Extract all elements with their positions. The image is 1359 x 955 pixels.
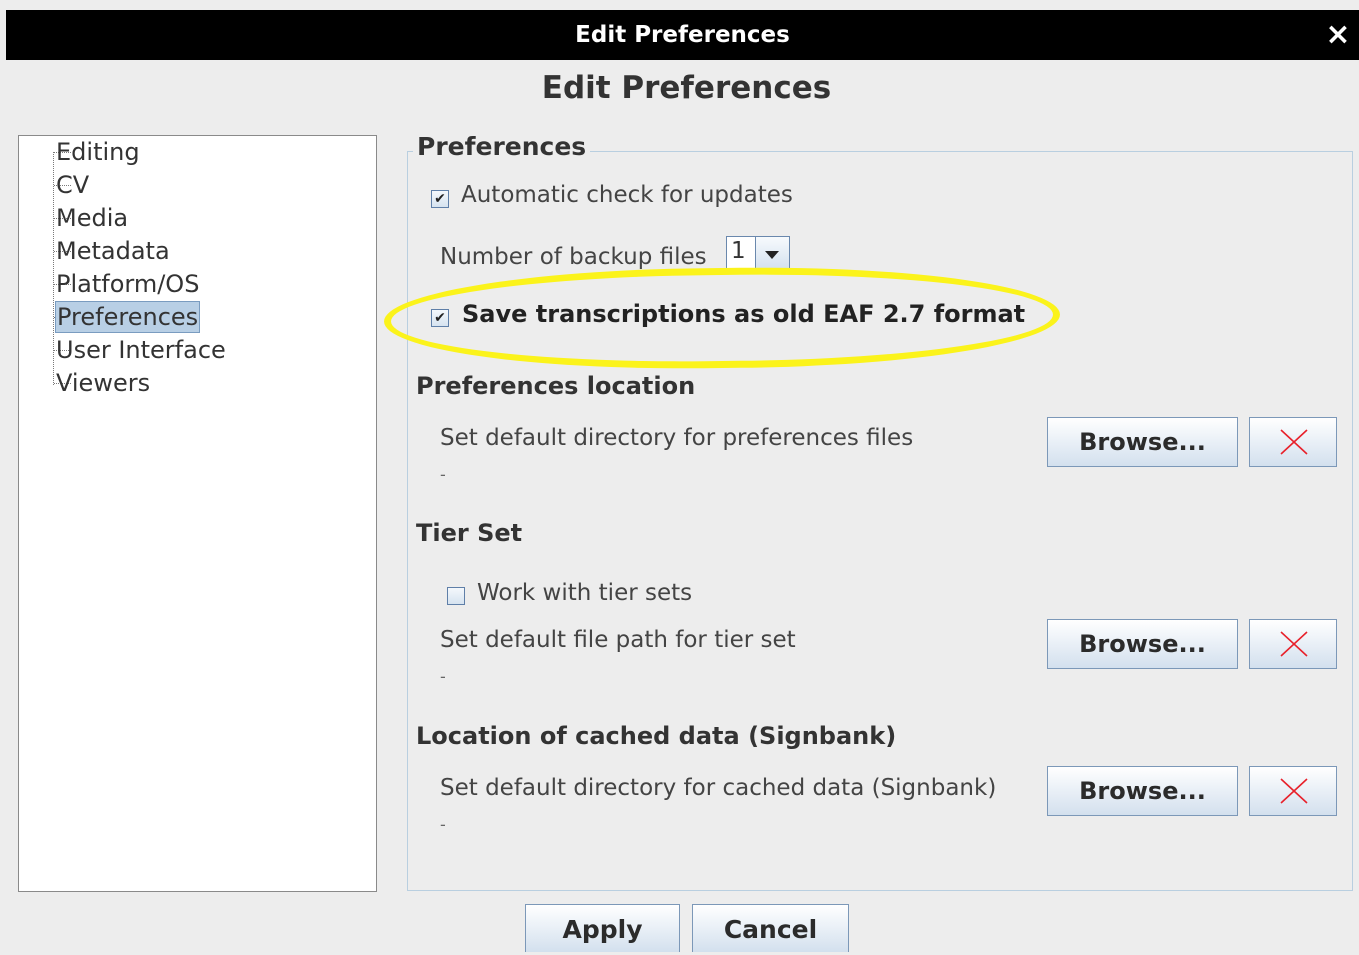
- tree-item-editing[interactable]: Editing: [55, 136, 141, 168]
- tier-set-title: Tier Set: [416, 519, 523, 547]
- backup-files-label: Number of backup files: [440, 244, 707, 270]
- panel-legend: Preferences: [413, 132, 591, 161]
- cache-location-browse-button[interactable]: Browse...: [1047, 766, 1238, 816]
- cache-location-clear-button[interactable]: [1249, 766, 1337, 816]
- cache-location-value: -: [440, 815, 446, 834]
- tier-set-path-value: -: [440, 667, 446, 686]
- tier-set-browse-button[interactable]: Browse...: [1047, 619, 1238, 669]
- pref-location-title: Preferences location: [416, 372, 696, 400]
- tree-item-preferences[interactable]: Preferences: [55, 301, 201, 333]
- close-x-icon: [1280, 631, 1308, 657]
- apply-button[interactable]: Apply: [525, 904, 680, 952]
- tree-item-metadata[interactable]: Metadata: [55, 235, 171, 267]
- work-tier-sets-checkbox[interactable]: [447, 587, 465, 605]
- pref-location-label: Set default directory for preferences fi…: [440, 425, 914, 451]
- work-tier-sets-label: Work with tier sets: [477, 580, 693, 606]
- backup-files-combo[interactable]: 1: [726, 236, 790, 270]
- tree-item-cv[interactable]: CV: [55, 169, 90, 201]
- tier-set-path-label: Set default file path for tier set: [440, 627, 796, 653]
- close-x-icon: [1280, 429, 1308, 455]
- auto-update-label: Automatic check for updates: [461, 182, 793, 208]
- auto-update-checkbox[interactable]: ✔: [431, 190, 449, 208]
- cancel-button[interactable]: Cancel: [692, 904, 849, 952]
- chevron-down-icon[interactable]: [755, 237, 789, 269]
- cache-location-title: Location of cached data (Signbank): [416, 722, 897, 750]
- pref-location-browse-button[interactable]: Browse...: [1047, 417, 1238, 467]
- tree-item-user-interface[interactable]: User Interface: [55, 334, 227, 366]
- tree-item-platform-os[interactable]: Platform/OS: [55, 268, 200, 300]
- category-tree: Editing CV Media Metadata Platform/OS Pr…: [18, 135, 377, 892]
- tree-item-viewers[interactable]: Viewers: [55, 367, 151, 399]
- close-icon[interactable]: ×: [1323, 10, 1353, 60]
- cache-location-label: Set default directory for cached data (S…: [440, 775, 997, 801]
- pref-location-value: -: [440, 465, 446, 484]
- title-bar: Edit Preferences ×: [6, 10, 1359, 60]
- backup-files-value: 1: [731, 238, 746, 264]
- dialog-heading: Edit Preferences: [541, 70, 832, 106]
- tier-set-clear-button[interactable]: [1249, 619, 1337, 669]
- window-title: Edit Preferences: [575, 22, 790, 48]
- tree-item-media[interactable]: Media: [55, 202, 129, 234]
- close-x-icon: [1280, 778, 1308, 804]
- pref-location-clear-button[interactable]: [1249, 417, 1337, 467]
